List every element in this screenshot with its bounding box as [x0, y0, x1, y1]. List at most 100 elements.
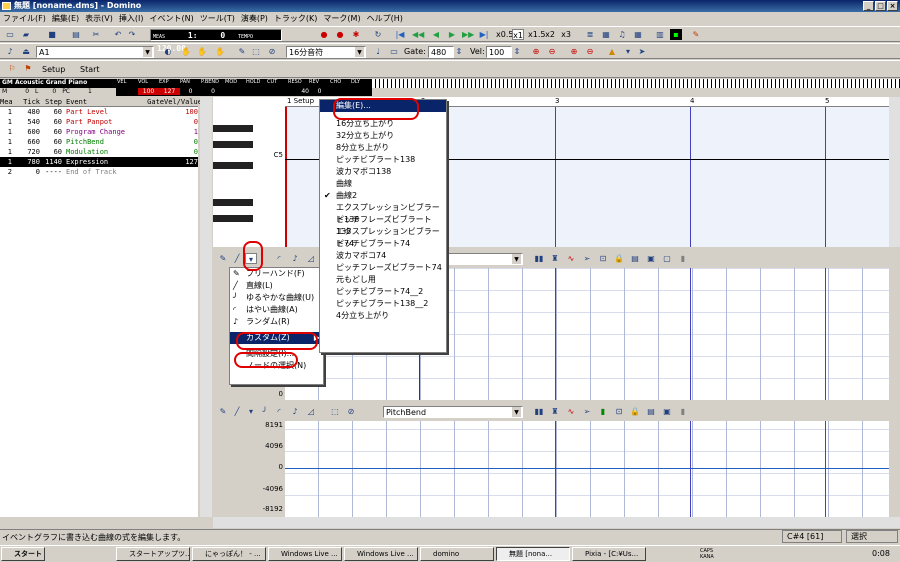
mixer-vol-value[interactable]: 100 [138, 88, 159, 95]
random-tool-icon[interactable]: ♪ [289, 406, 301, 417]
zoom-x1[interactable]: x1 [512, 29, 524, 40]
task-pixia[interactable]: Pixia - [C:¥Us... [572, 547, 646, 561]
custom-menu-item[interactable]: ピッチビブラート138 [320, 154, 446, 166]
vel-input[interactable]: 100 [486, 46, 512, 58]
filter-icon[interactable]: ▤ [645, 406, 657, 417]
task-windows-live-1[interactable]: Windows Live ... [268, 547, 342, 561]
event-list-scrollbar[interactable] [200, 97, 212, 517]
col-step[interactable]: Step [40, 97, 64, 106]
col-event[interactable]: Event [64, 97, 136, 106]
custom-menu-item[interactable]: ピッチフレーズビブラート74 [320, 262, 446, 274]
tool-menu-item[interactable]: ♪ ランダム(R) [230, 316, 323, 328]
task-startup[interactable]: スタートアップツ... [116, 547, 190, 561]
mixer-pan-value[interactable]: 0 [180, 88, 201, 95]
arrow-right-icon[interactable]: ➢ [581, 406, 593, 417]
grid-icon[interactable]: ▦ [632, 29, 644, 40]
horizontal-scrollbar[interactable] [213, 517, 900, 528]
bar-view-icon[interactable]: ▮▮ [533, 253, 545, 264]
custom-menu-item[interactable]: ピッチビブラート74__2 [320, 286, 446, 298]
table-row[interactable]: 1 780 1140 Expression 127 [0, 157, 198, 167]
table-row[interactable]: 1 600 60 Program Change 1 [0, 127, 198, 137]
wave-icon[interactable]: ∿ [565, 406, 577, 417]
custom-menu-item[interactable]: ピッチビブラート138__2 [320, 298, 446, 310]
dropdown-icon[interactable]: ▾ [622, 46, 634, 57]
window-icon[interactable]: ▢ [661, 253, 673, 264]
save-icon[interactable]: ■ [46, 29, 58, 40]
mixer-cho-value[interactable]: 0 [309, 88, 330, 95]
gate-input[interactable]: 480 [428, 46, 454, 58]
pencil-tool-icon[interactable]: ✎ [217, 253, 229, 264]
gray-block-icon[interactable]: ▮ [677, 406, 689, 417]
gray-block-icon[interactable]: ▮ [677, 253, 689, 264]
node-tool-icon[interactable]: ◿ [305, 253, 317, 264]
table-row[interactable]: 2 0 ---- End of Track [0, 167, 198, 177]
line-tool-icon[interactable]: ╱ [231, 253, 243, 264]
menu-track[interactable]: トラック(K) [271, 12, 321, 25]
piano-roll-icon[interactable]: ▦ [600, 29, 612, 40]
stamp-icon[interactable]: ♜ [549, 253, 561, 264]
note-length-select[interactable]: 16分音符 ▼ [286, 46, 366, 58]
properties-icon[interactable]: ▤ [70, 29, 82, 40]
curve-dropdown-icon[interactable]: ▾ [245, 406, 257, 417]
mixer-exp-value[interactable]: 127 [159, 88, 180, 95]
mute-icon[interactable]: ◐ [162, 46, 174, 57]
stamp-icon[interactable]: ♜ [549, 406, 561, 417]
task-noname[interactable]: 無題 [nona... [496, 547, 570, 561]
zoom-vertical-out-icon[interactable]: ⊖ [584, 46, 596, 57]
menu-edit[interactable]: 編集(E) [49, 12, 82, 25]
graph-icon[interactable]: ▥ [654, 29, 666, 40]
tool-menu-item[interactable]: ✎ フリーハンド(F) [230, 268, 323, 280]
view-icon[interactable]: ▣ [661, 406, 673, 417]
task-domino[interactable]: domino [420, 547, 494, 561]
task-nyappon[interactable]: にゃっぽん！ - ... [192, 547, 266, 561]
dotted-note-icon[interactable]: ♩ [372, 46, 384, 57]
custom-menu-item[interactable]: ピッチフレーズビブラート138 [320, 214, 446, 236]
new-file-icon[interactable]: ▭ [4, 29, 16, 40]
piano-keys[interactable]: C5 [213, 97, 285, 247]
zoom-vertical-in-icon[interactable]: ⊕ [568, 46, 580, 57]
rewind-icon[interactable]: ◀◀ [412, 29, 424, 40]
view-icon[interactable]: ▣ [645, 253, 657, 264]
controller-graph-lower[interactable] [285, 421, 889, 517]
menu-help[interactable]: ヘルプ(H) [364, 12, 406, 25]
menu-file[interactable]: ファイル(F) [0, 12, 49, 25]
chevron-down-icon[interactable]: ▼ [355, 47, 364, 57]
custom-menu-item[interactable]: 波カマボコ74 [320, 250, 446, 262]
pencil-icon[interactable]: ✎ [236, 46, 248, 57]
custom-menu-item[interactable]: 8分立ち上がり [320, 142, 446, 154]
close-button[interactable]: × [887, 1, 898, 11]
record-step-icon[interactable]: ● [334, 29, 346, 40]
vel-spinner[interactable]: ⇕ [513, 46, 521, 57]
slow-curve-icon[interactable]: ╯ [259, 406, 271, 417]
mixer-rev-value[interactable]: 40 [225, 88, 309, 95]
custom-menu-item[interactable]: ✔ 曲線2 [320, 190, 446, 202]
monitor-icon[interactable]: ▪ [670, 29, 682, 40]
custom-menu-item[interactable]: ピッチビブラート74 [320, 238, 446, 250]
split-icon[interactable]: ⊡ [613, 406, 625, 417]
record-icon[interactable]: ● [318, 29, 330, 40]
go-start-icon[interactable]: |◀ [394, 29, 406, 40]
custom-menu-item[interactable]: 元もどし用 [320, 274, 446, 286]
staff-icon[interactable]: ♫ [616, 29, 628, 40]
go-end-icon[interactable]: ▶| [478, 29, 490, 40]
split-icon[interactable]: ⊡ [597, 253, 609, 264]
fast-curve-icon[interactable]: ◜ [273, 406, 285, 417]
custom-menu-item[interactable]: 曲線 [320, 178, 446, 190]
zoom-x15[interactable]: x1.5 [528, 29, 545, 40]
tool-menu-item[interactable]: ╱ 直線(L) [230, 280, 323, 292]
table-row[interactable]: 1 660 60 PitchBend 0 [0, 137, 198, 147]
open-folder-icon[interactable]: ▰ [20, 29, 32, 40]
wave-icon[interactable]: ∿ [565, 253, 577, 264]
eraser-icon[interactable]: ⊘ [345, 406, 357, 417]
minimize-button[interactable]: _ [863, 1, 874, 11]
gate-spinner[interactable]: ⇕ [455, 46, 463, 57]
triplet-icon[interactable]: ▭ [388, 46, 400, 57]
zoom-x3[interactable]: x3 [560, 29, 572, 40]
tool-pen-icon[interactable]: ✋ [180, 46, 192, 57]
list-view-icon[interactable]: ≣ [584, 29, 596, 40]
select-rect-icon[interactable]: ⬚ [329, 406, 341, 417]
pencil-tool-icon[interactable]: ✎ [217, 406, 229, 417]
eject-icon[interactable]: ⏏ [20, 46, 32, 57]
piano-roll-scrollbar[interactable] [889, 97, 900, 247]
custom-menu-item[interactable]: 4分立ち上がり [320, 310, 446, 322]
